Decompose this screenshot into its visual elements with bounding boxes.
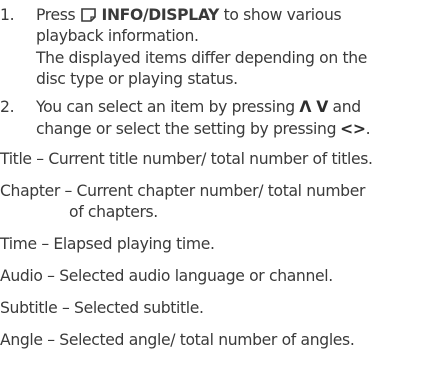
step-2-line-2: change or select the setting by pressing… xyxy=(36,119,370,139)
display-button-icon xyxy=(81,8,96,22)
definition-chapter: Chapter – Current chapter number/ total … xyxy=(0,182,366,200)
step-1-after-button-text: to show various xyxy=(223,6,342,24)
up-down-arrow-icons: Λ V xyxy=(299,98,328,116)
definition-title: Title – Current title number/ total numb… xyxy=(0,150,373,168)
step-2-line-2-text: change or select the setting by pressing xyxy=(36,120,337,138)
definition-angle: Angle – Selected angle/ total number of … xyxy=(0,331,355,349)
definition-audio: Audio – Selected audio language or chann… xyxy=(0,267,333,285)
step-2-line-1: 2. You can select an item by pressing Λ … xyxy=(0,97,362,117)
step-1-line-4: disc type or playing status. xyxy=(36,70,238,88)
step-2-number: 2. xyxy=(0,98,15,116)
step-1-press-text: Press xyxy=(36,6,76,24)
info-display-button-label: INFO/DISPLAY xyxy=(101,6,220,24)
step-2-line-1-text: You can select an item by pressing xyxy=(36,98,295,116)
definition-subtitle: Subtitle – Selected subtitle. xyxy=(0,299,204,317)
step-1-line-2: playback information. xyxy=(36,27,199,45)
step-1-line-3: The displayed items differ depending on … xyxy=(36,49,368,67)
step-1-number: 1. xyxy=(0,6,15,24)
definition-chapter-continued: of chapters. xyxy=(69,203,158,221)
step-2-line-2-tail: . xyxy=(365,120,371,138)
step-1-line-1: 1. Press INFO/DISPLAY to show various xyxy=(0,5,342,25)
step-2-line-1-tail: and xyxy=(332,98,362,116)
left-right-arrow-icons: <> xyxy=(340,120,366,138)
definition-time: Time – Elapsed playing time. xyxy=(0,235,215,253)
